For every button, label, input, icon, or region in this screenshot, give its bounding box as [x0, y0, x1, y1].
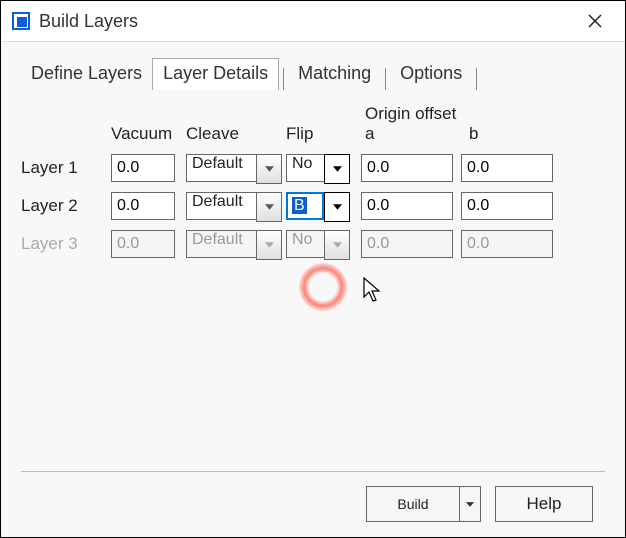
header-cleave: Cleave [186, 124, 286, 144]
offset-b-input[interactable] [461, 192, 553, 220]
layer-row: Layer 2 Default B [21, 192, 611, 220]
chevron-down-icon [256, 230, 282, 260]
chevron-down-icon[interactable] [256, 154, 282, 184]
flip-select[interactable]: No [286, 154, 324, 182]
chevron-down-icon [324, 230, 350, 260]
tab-separator [283, 68, 284, 90]
tab-define-layers[interactable]: Define Layers [21, 59, 152, 90]
vacuum-input[interactable] [111, 192, 175, 220]
header-vacuum: Vacuum [111, 124, 186, 144]
cleave-select[interactable]: Default [186, 192, 256, 220]
offset-a-input [361, 230, 453, 258]
cleave-select[interactable]: Default [186, 154, 256, 182]
chevron-down-icon[interactable] [324, 154, 350, 184]
build-button[interactable]: Build [366, 486, 459, 522]
layer-row: Layer 3 Default No [21, 230, 611, 258]
vacuum-input [111, 230, 175, 258]
build-dropdown[interactable] [459, 486, 481, 522]
close-button[interactable] [575, 1, 615, 41]
tab-options[interactable]: Options [390, 59, 472, 90]
header-origin-offset: Origin offset [365, 104, 569, 124]
chevron-down-icon[interactable] [324, 192, 350, 222]
layer-row: Layer 1 Default No [21, 154, 611, 182]
tab-matching[interactable]: Matching [288, 59, 381, 90]
offset-b-input[interactable] [461, 154, 553, 182]
offset-a-input[interactable] [361, 154, 453, 182]
window-title: Build Layers [39, 11, 138, 32]
header-offset-a: a [361, 124, 465, 144]
button-bar: Build Help [15, 472, 611, 538]
header-flip: Flip [286, 124, 361, 144]
offset-a-input[interactable] [361, 192, 453, 220]
flip-select[interactable]: B [286, 192, 324, 220]
chevron-down-icon[interactable] [256, 192, 282, 222]
tab-strip: Define Layers Layer Details Matching Opt… [21, 58, 611, 90]
vacuum-input[interactable] [111, 154, 175, 182]
layers-grid: Vacuum Cleave Flip Origin offset a b Lay… [21, 104, 611, 258]
layer-label: Layer 2 [21, 196, 111, 216]
help-button[interactable]: Help [495, 486, 593, 522]
cleave-select: Default [186, 230, 256, 258]
tab-separator [476, 68, 477, 90]
titlebar: Build Layers [1, 1, 625, 42]
header-offset-b: b [465, 124, 569, 144]
layer-label: Layer 3 [21, 234, 111, 254]
app-icon [11, 11, 31, 31]
tab-separator [385, 68, 386, 90]
tab-layer-details[interactable]: Layer Details [152, 58, 279, 90]
build-split-button[interactable]: Build [366, 486, 481, 522]
flip-select: No [286, 230, 324, 258]
layer-label: Layer 1 [21, 158, 111, 178]
build-layers-window: Build Layers Define Layers Layer Details… [0, 0, 626, 538]
offset-b-input [461, 230, 553, 258]
